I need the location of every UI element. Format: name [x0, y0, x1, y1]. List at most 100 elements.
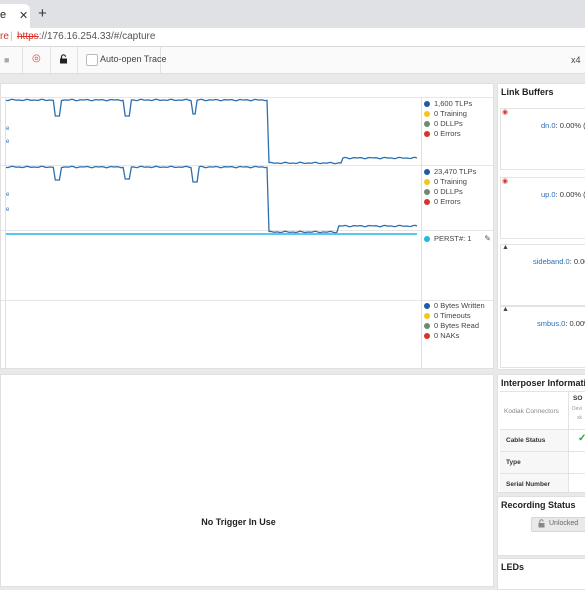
legend-label: 0 Errors	[434, 197, 461, 206]
recording-status-title: Recording Status	[501, 500, 576, 510]
url-scheme: https	[17, 31, 39, 42]
ip-row-type: Type	[500, 451, 585, 474]
trace-legend-column: 1,600 TLPs 0 Training 0 DLLPs 0 Errors 23,4…	[421, 98, 494, 368]
auto-open-trace-toggle[interactable]: Auto-open Trace	[77, 47, 167, 73]
trace-chart[interactable]	[6, 98, 421, 368]
link-buffers-panel: Link Buffers ◉dn.0: 0.00% (0◉up.0: 0.00%…	[497, 83, 585, 370]
no-trigger-message: No Trigger In Use	[201, 517, 276, 527]
legend-dot	[424, 235, 430, 242]
legend-dot	[424, 120, 430, 127]
legend-label: 0 Training	[434, 177, 467, 186]
leds-panel: LEDs	[497, 558, 585, 590]
legend-item[interactable]: 0 Bytes Written	[422, 301, 494, 311]
unlock-icon	[59, 54, 69, 67]
legend-label: 0 Errors	[434, 129, 461, 138]
recording-status-panel: Recording Status Unlocked	[497, 496, 585, 556]
trigger-button[interactable]: ◎	[22, 47, 51, 73]
stop-icon: ■	[4, 55, 10, 65]
legend-item[interactable]: PERST#: 1	[422, 234, 494, 244]
legend-group-smbus: 0 Bytes Written 0 Timeouts 0 Bytes Read 0 N…	[422, 301, 494, 341]
unlock-icon	[538, 519, 546, 530]
legend-dot	[424, 312, 430, 319]
trace-panel: e e e e 1,600 TLPs 0 Training 0 DLLPs 0 Err…	[0, 83, 494, 369]
address-bar[interactable]: re | https://176.16.254.33/#/capture	[0, 28, 585, 47]
legend-dot	[424, 332, 430, 339]
buffer-usage-text: smbus.0: 0.00%	[537, 319, 585, 328]
legend-item[interactable]: 0 DLLPs	[422, 187, 494, 197]
triangle-icon: ▲	[502, 306, 509, 313]
zoom-indicator[interactable]: x4	[571, 55, 581, 65]
leds-title: LEDs	[501, 562, 525, 572]
trace-plot-area[interactable]: e e e e	[5, 98, 421, 368]
legend-label: 0 Training	[434, 109, 467, 118]
link-buffer-smbus-0[interactable]: ▲ smbus.0: 0.00%	[500, 306, 585, 368]
legend-item[interactable]: 1,600 TLPs	[422, 99, 494, 109]
browser-tab[interactable]: e ✕	[0, 4, 30, 28]
buffer-value: : 0.00% (0	[555, 190, 585, 199]
legend-dot	[424, 130, 430, 137]
link-buffer-dn-0[interactable]: ◉ dn.0: 0.00% (0	[500, 108, 585, 170]
unlocked-button[interactable]: Unlocked	[531, 517, 585, 532]
ip-row-value: SO Devi sk	[568, 392, 585, 430]
triangle-icon: ▲	[502, 244, 509, 251]
buffer-status-icon: ◉	[502, 178, 509, 185]
ip-row-value	[568, 452, 585, 474]
legend-item[interactable]: 0 Errors	[422, 197, 494, 207]
ip-row-label: Cable Status	[506, 437, 546, 444]
ip-row-connectors: Kodiak Connectors SO Devi sk	[500, 391, 585, 430]
buffer-usage-text: dn.0: 0.00% (0	[541, 121, 585, 130]
ip-row-label: Kodiak Connectors	[504, 408, 559, 415]
link-buffers-title: Link Buffers	[501, 87, 554, 97]
url-host-path: ://176.16.254.33/#/capture	[38, 31, 156, 42]
link-buffer-up-0[interactable]: ◉ up.0: 0.00% (0	[500, 177, 585, 239]
not-secure-label[interactable]: re	[0, 31, 9, 42]
interposer-title: Interposer Informati	[501, 378, 585, 388]
address-url[interactable]: https://176.16.254.33/#/capture	[17, 31, 155, 42]
auto-open-label: Auto-open Trace	[100, 54, 167, 64]
buffer-name: up.0	[541, 190, 556, 199]
capture-toolbar: ■ ◎ Auto-open Trace x4	[0, 47, 585, 74]
trigger-panel: No Trigger In Use	[0, 374, 494, 587]
legend-label: 1,600 TLPs	[434, 99, 473, 108]
legend-label: 23,470 TLPs	[434, 167, 477, 176]
ip-row-label: Type	[506, 459, 521, 466]
legend-dot	[424, 302, 430, 309]
series-line-dn	[6, 98, 418, 165]
legend-dot	[424, 110, 430, 117]
browser-tab-strip: e ✕ +	[0, 0, 585, 28]
legend-dot	[424, 188, 430, 195]
legend-item[interactable]: 0 Timeouts	[422, 311, 494, 321]
legend-item[interactable]: 23,470 TLPs	[422, 167, 494, 177]
legend-group-perst: ✎ PERST#: 1	[422, 234, 494, 244]
buffer-value: : 0.00% (0	[555, 121, 585, 130]
legend-item[interactable]: 0 NAKs	[422, 331, 494, 341]
legend-dot	[424, 322, 430, 329]
legend-item[interactable]: 0 DLLPs	[422, 119, 494, 129]
buffer-name: smbus.0	[537, 319, 566, 328]
interposer-info-panel: Interposer Informati Kodiak Connectors S…	[497, 374, 585, 493]
ip-row-value	[568, 474, 585, 492]
legend-label: 0 NAKs	[434, 331, 460, 340]
legend-dot	[424, 100, 430, 107]
auto-open-checkbox[interactable]	[86, 54, 98, 66]
legend-dot	[424, 198, 430, 205]
legend-label: PERST#: 1	[434, 234, 472, 243]
legend-item[interactable]: 0 Training	[422, 109, 494, 119]
legend-group-link-dn: 1,600 TLPs 0 Training 0 DLLPs 0 Errors	[422, 99, 494, 139]
ip-row-serial-number: Serial Number	[500, 473, 585, 492]
target-icon: ◎	[32, 53, 41, 64]
legend-item[interactable]: 0 Errors	[422, 129, 494, 139]
legend-label: 0 DLLPs	[434, 187, 463, 196]
lock-button[interactable]	[50, 47, 78, 73]
stop-button[interactable]: ■	[0, 47, 23, 73]
new-tab-button[interactable]: +	[38, 6, 47, 21]
link-buffer-sideband-0[interactable]: ▲ sideband.0: 0.00	[500, 244, 585, 306]
legend-group-link-up: 23,470 TLPs 0 Training 0 DLLPs 0 Errors	[422, 167, 494, 207]
legend-dot	[424, 168, 430, 175]
buffer-usage-text: sideband.0: 0.00	[533, 257, 585, 266]
close-icon[interactable]: ✕	[19, 9, 28, 22]
legend-item[interactable]: 0 Training	[422, 177, 494, 187]
buffer-status-icon: ◉	[502, 109, 509, 116]
legend-item[interactable]: 0 Bytes Read	[422, 321, 494, 331]
legend-label: 0 DLLPs	[434, 119, 463, 128]
